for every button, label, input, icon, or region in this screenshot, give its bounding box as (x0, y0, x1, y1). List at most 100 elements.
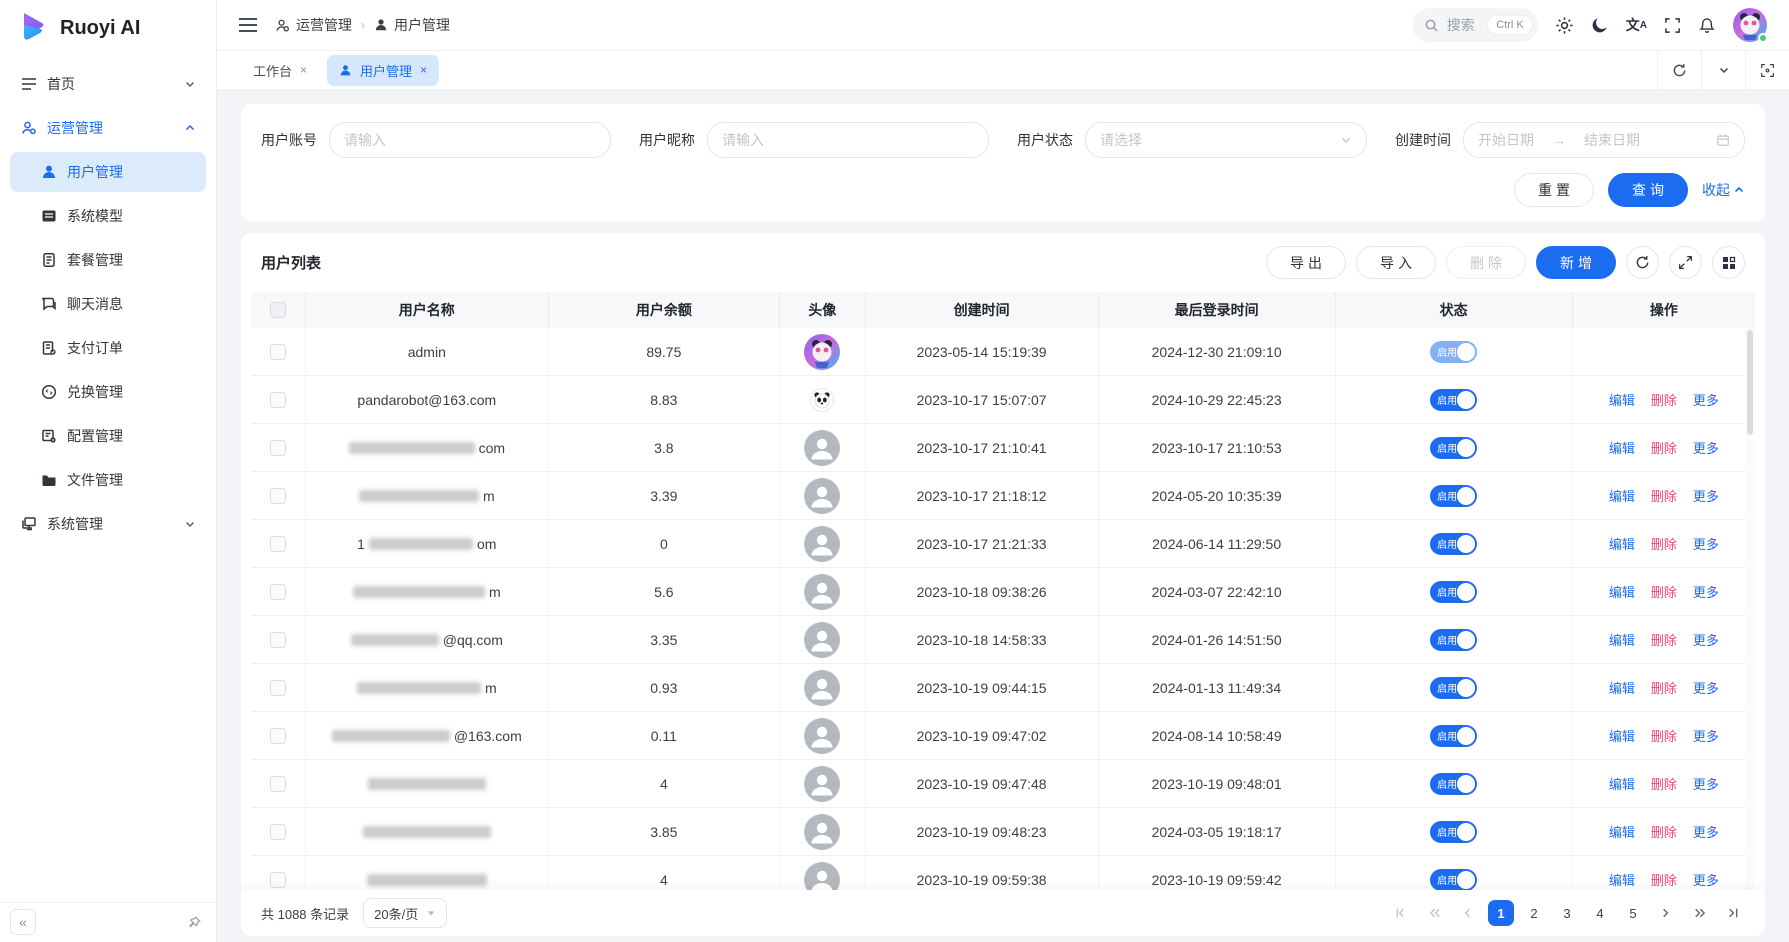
row-checkbox[interactable] (270, 824, 286, 840)
export-button[interactable]: 导出 (1266, 246, 1346, 279)
status-toggle[interactable]: 启用 (1430, 341, 1477, 363)
status-toggle[interactable]: 启用 (1430, 821, 1477, 843)
edit-link[interactable]: 编辑 (1609, 822, 1635, 841)
row-checkbox[interactable] (270, 728, 286, 744)
notifications-bell-icon[interactable] (1698, 16, 1716, 34)
delete-link[interactable]: 删除 (1651, 870, 1677, 889)
page-button-4[interactable]: 4 (1587, 900, 1613, 926)
hamburger-menu-icon[interactable] (239, 18, 257, 32)
delete-link[interactable]: 删除 (1651, 390, 1677, 409)
more-link[interactable]: 更多 (1693, 774, 1719, 793)
sidebar-item-0[interactable]: 首页 (10, 64, 206, 104)
row-checkbox[interactable] (270, 488, 286, 504)
breadcrumb-item-users[interactable]: 用户管理 (374, 15, 450, 35)
reset-button[interactable]: 重置 (1514, 173, 1594, 207)
tab-用户管理[interactable]: 用户管理× (327, 55, 439, 86)
row-avatar[interactable] (804, 814, 840, 850)
delete-link[interactable]: 删除 (1651, 582, 1677, 601)
row-avatar[interactable] (804, 862, 840, 891)
fullscreen-icon[interactable] (1664, 17, 1681, 34)
edit-link[interactable]: 编辑 (1609, 438, 1635, 457)
more-link[interactable]: 更多 (1693, 822, 1719, 841)
sidebar-subitem-聊天消息[interactable]: 聊天消息 (10, 284, 206, 324)
tab-refresh-icon[interactable] (1657, 51, 1701, 89)
created-date-range-input[interactable]: 开始日期 → 结束日期 (1463, 122, 1745, 158)
sidebar-item-2[interactable]: 系统管理 (10, 504, 206, 544)
more-link[interactable]: 更多 (1693, 870, 1719, 889)
delete-link[interactable]: 删除 (1651, 438, 1677, 457)
import-button[interactable]: 导入 (1356, 246, 1436, 279)
language-translate-icon[interactable]: 文A (1626, 15, 1647, 35)
row-avatar[interactable] (810, 388, 834, 412)
row-checkbox[interactable] (270, 680, 286, 696)
pin-icon[interactable] (187, 915, 202, 930)
row-checkbox[interactable] (270, 392, 286, 408)
delete-link[interactable]: 删除 (1651, 726, 1677, 745)
last-page-icon[interactable] (1719, 900, 1745, 926)
row-checkbox[interactable] (270, 584, 286, 600)
delete-button[interactable]: 删除 (1446, 246, 1526, 279)
more-link[interactable]: 更多 (1693, 582, 1719, 601)
add-button[interactable]: 新增 (1536, 246, 1616, 279)
nickname-input[interactable]: 请输入 (707, 122, 989, 158)
status-select[interactable]: 请选择 (1085, 122, 1367, 158)
delete-link[interactable]: 删除 (1651, 774, 1677, 793)
sidebar-subitem-配置管理[interactable]: 配置管理 (10, 416, 206, 456)
delete-link[interactable]: 删除 (1651, 822, 1677, 841)
edit-link[interactable]: 编辑 (1609, 390, 1635, 409)
tab-close-icon[interactable]: × (420, 63, 427, 77)
row-avatar[interactable] (804, 478, 840, 514)
tab-dropdown-chevron-icon[interactable] (1701, 51, 1745, 89)
select-all-checkbox[interactable] (270, 302, 286, 318)
delete-link[interactable]: 删除 (1651, 630, 1677, 649)
edit-link[interactable]: 编辑 (1609, 774, 1635, 793)
row-checkbox[interactable] (270, 536, 286, 552)
more-link[interactable]: 更多 (1693, 438, 1719, 457)
row-avatar[interactable] (804, 334, 840, 370)
status-toggle[interactable]: 启用 (1430, 677, 1477, 699)
edit-link[interactable]: 编辑 (1609, 726, 1635, 745)
page-size-select[interactable]: 20条/页 (363, 898, 447, 928)
page-button-5[interactable]: 5 (1620, 900, 1646, 926)
page-button-1[interactable]: 1 (1488, 900, 1514, 926)
row-checkbox[interactable] (270, 440, 286, 456)
vertical-scrollbar[interactable] (1745, 328, 1755, 890)
dark-mode-moon-icon[interactable] (1591, 16, 1609, 34)
tab-工作台[interactable]: 工作台× (241, 55, 319, 86)
more-link[interactable]: 更多 (1693, 486, 1719, 505)
sidebar-subitem-用户管理[interactable]: 用户管理 (10, 152, 206, 192)
edit-link[interactable]: 编辑 (1609, 486, 1635, 505)
tab-close-icon[interactable]: × (300, 63, 307, 77)
row-checkbox[interactable] (270, 872, 286, 888)
next-page-icon[interactable] (1653, 900, 1679, 926)
status-toggle[interactable]: 启用 (1430, 773, 1477, 795)
delete-link[interactable]: 删除 (1651, 678, 1677, 697)
status-toggle[interactable]: 启用 (1430, 485, 1477, 507)
sidebar-subitem-兑换管理[interactable]: 兑换管理 (10, 372, 206, 412)
collapse-filters-link[interactable]: 收起 (1702, 180, 1745, 200)
sidebar-subitem-套餐管理[interactable]: 套餐管理 (10, 240, 206, 280)
refresh-icon[interactable] (1626, 246, 1659, 279)
prev-page-icon[interactable] (1455, 900, 1481, 926)
column-settings-grid-icon[interactable] (1712, 246, 1745, 279)
delete-link[interactable]: 删除 (1651, 486, 1677, 505)
breadcrumb-item-operations[interactable]: 运营管理 (275, 15, 352, 35)
edit-link[interactable]: 编辑 (1609, 678, 1635, 697)
row-avatar[interactable] (804, 718, 840, 754)
tab-fullscreen-icon[interactable] (1745, 51, 1789, 89)
status-toggle[interactable]: 启用 (1430, 581, 1477, 603)
status-toggle[interactable]: 启用 (1430, 389, 1477, 411)
delete-link[interactable]: 删除 (1651, 534, 1677, 553)
row-avatar[interactable] (804, 670, 840, 706)
status-toggle[interactable]: 启用 (1430, 533, 1477, 555)
row-checkbox[interactable] (270, 776, 286, 792)
status-toggle[interactable]: 启用 (1430, 437, 1477, 459)
edit-link[interactable]: 编辑 (1609, 630, 1635, 649)
status-toggle[interactable]: 启用 (1430, 629, 1477, 651)
fast-next-icon[interactable] (1686, 900, 1712, 926)
edit-link[interactable]: 编辑 (1609, 582, 1635, 601)
more-link[interactable]: 更多 (1693, 726, 1719, 745)
more-link[interactable]: 更多 (1693, 630, 1719, 649)
page-button-2[interactable]: 2 (1521, 900, 1547, 926)
more-link[interactable]: 更多 (1693, 678, 1719, 697)
